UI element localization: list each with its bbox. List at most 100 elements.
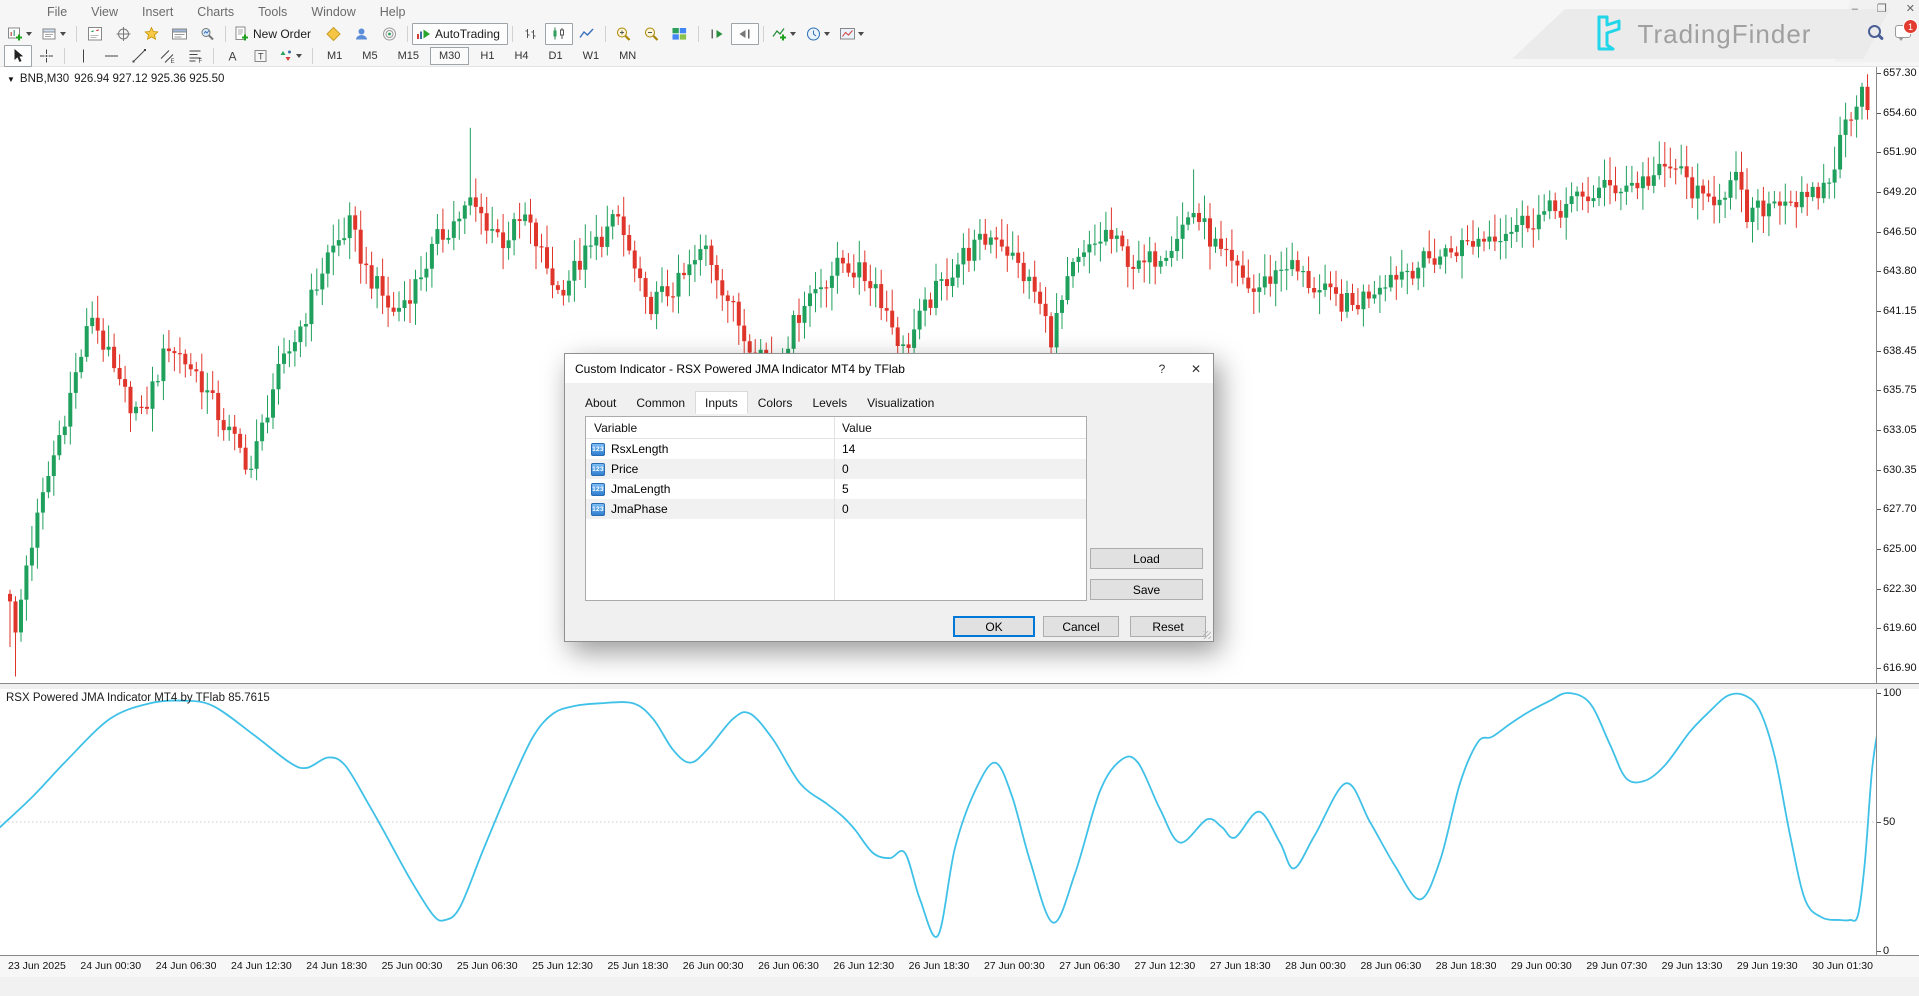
channel-tool-button[interactable]: E (153, 45, 181, 67)
toolbar-separator (213, 48, 214, 64)
menu-window[interactable]: Window (299, 5, 367, 19)
tab-inputs[interactable]: Inputs (695, 391, 748, 414)
variable-value[interactable]: 14 (834, 442, 855, 456)
vline-tool-button[interactable] (69, 45, 97, 67)
chevron-down-icon[interactable] (858, 32, 864, 36)
restore-button[interactable]: ❐ (1877, 3, 1887, 15)
reset-button[interactable]: Reset (1130, 616, 1206, 637)
chart-shift-button[interactable] (731, 23, 759, 45)
tab-visualization[interactable]: Visualization (857, 391, 944, 414)
data-window-button[interactable] (109, 23, 137, 45)
chevron-down-icon[interactable] (26, 32, 32, 36)
table-row[interactable]: 123JmaLength5 (586, 479, 1086, 499)
ok-button[interactable]: OK (953, 616, 1035, 637)
cursor-tool-button[interactable] (4, 45, 32, 67)
menu-charts[interactable]: Charts (185, 5, 246, 19)
time-tick: 25 Jun 18:30 (607, 960, 668, 972)
crosshair-tool-button[interactable] (32, 45, 60, 67)
time-axis[interactable]: 23 Jun 202524 Jun 00:3024 Jun 06:3024 Ju… (0, 955, 1919, 977)
trendline-tool-button[interactable] (125, 45, 153, 67)
periods-icon (805, 26, 822, 42)
toolbar-separator (312, 48, 313, 64)
timeframe-w1[interactable]: W1 (574, 47, 609, 65)
time-tick: 27 Jun 00:30 (984, 960, 1045, 972)
periods-button[interactable] (802, 23, 836, 45)
navigator-button[interactable] (137, 23, 165, 45)
close-button[interactable]: ✕ (1906, 3, 1915, 15)
market-watch-button[interactable] (81, 23, 109, 45)
chevron-down-icon[interactable] (60, 32, 66, 36)
auto-scroll-button[interactable] (703, 23, 731, 45)
profiles-button[interactable] (38, 23, 72, 45)
menu-tools[interactable]: Tools (246, 5, 299, 19)
table-row[interactable]: 123Price0 (586, 459, 1086, 479)
new-order-button[interactable]: New Order (230, 23, 319, 45)
timeframe-m1[interactable]: M1 (318, 47, 351, 65)
variable-value[interactable]: 0 (834, 502, 849, 516)
indicator-panel[interactable]: RSX Powered JMA Indicator MT4 by TFlab 8… (0, 689, 1877, 955)
chevron-down-icon[interactable] (790, 32, 796, 36)
variable-value[interactable]: 5 (834, 482, 849, 496)
tile-windows-icon (671, 26, 688, 42)
timeframe-m30[interactable]: M30 (430, 47, 469, 65)
autotrading-button[interactable]: AutoTrading (412, 23, 508, 45)
inputs-table[interactable]: Variable Value 123RsxLength14123Price012… (585, 416, 1087, 601)
timeframe-h4[interactable]: H4 (505, 47, 537, 65)
menu-view[interactable]: View (79, 5, 130, 19)
chat-icon[interactable]: 1 (1895, 25, 1911, 38)
bar-chart-mode-icon (522, 26, 539, 42)
cancel-button[interactable]: Cancel (1043, 616, 1119, 637)
dialog-titlebar[interactable]: Custom Indicator - RSX Powered JMA Indic… (565, 354, 1213, 383)
price-axis[interactable]: 657.30654.60651.90649.20646.50643.80641.… (1876, 67, 1919, 683)
mql5-community-button[interactable] (347, 23, 375, 45)
table-row[interactable]: 123JmaPhase0 (586, 499, 1086, 519)
zoom-in-button[interactable] (610, 23, 638, 45)
chevron-down-icon[interactable] (296, 54, 302, 58)
variable-value[interactable]: 0 (834, 462, 849, 476)
profiles-icon (41, 26, 58, 42)
table-row[interactable]: 123RsxLength14 (586, 439, 1086, 459)
indicator-axis[interactable]: 100500 (1876, 689, 1919, 955)
bar-chart-mode-button[interactable] (517, 23, 545, 45)
dialog-close-icon[interactable]: ✕ (1179, 354, 1213, 383)
price-tick: 646.50 (1883, 226, 1917, 238)
signals-button[interactable] (375, 23, 403, 45)
timeframe-d1[interactable]: D1 (540, 47, 572, 65)
dialog-help-icon[interactable]: ? (1145, 354, 1179, 383)
label-tool-button[interactable]: T (246, 45, 274, 67)
tab-levels[interactable]: Levels (802, 391, 857, 414)
metaeditor-icon (325, 26, 342, 42)
table-rows: 123RsxLength14123Price0123JmaLength5123J… (586, 439, 1086, 519)
tile-windows-button[interactable] (666, 23, 694, 45)
templates-button[interactable] (836, 23, 870, 45)
new-chart-button[interactable] (4, 23, 38, 45)
candle-chart-mode-button[interactable] (545, 23, 573, 45)
timeframe-m5[interactable]: M5 (353, 47, 386, 65)
timeframe-h1[interactable]: H1 (471, 47, 503, 65)
chevron-down-icon[interactable] (824, 32, 830, 36)
tab-common[interactable]: Common (626, 391, 695, 414)
menu-help[interactable]: Help (368, 5, 418, 19)
minimize-button[interactable]: – (1852, 3, 1858, 15)
hline-tool-button[interactable] (97, 45, 125, 67)
terminal-button[interactable] (165, 23, 193, 45)
zoom-out-button[interactable] (638, 23, 666, 45)
search-icon[interactable] (1868, 25, 1881, 38)
fibo-tool-button[interactable]: F (181, 45, 209, 67)
text-tool-button[interactable]: A (218, 45, 246, 67)
metaeditor-button[interactable] (319, 23, 347, 45)
tab-colors[interactable]: Colors (748, 391, 803, 414)
chart-collapse-icon[interactable]: ▼ (7, 75, 15, 84)
timeframe-mn[interactable]: MN (610, 47, 645, 65)
indicators-list-button[interactable] (768, 23, 802, 45)
load-button[interactable]: Load (1090, 548, 1203, 569)
tab-about[interactable]: About (575, 391, 626, 414)
strategy-tester-button[interactable] (193, 23, 221, 45)
arrows-tool-button[interactable] (274, 45, 308, 67)
save-button[interactable]: Save (1090, 579, 1203, 600)
menu-insert[interactable]: Insert (130, 5, 185, 19)
dialog-resize-grip[interactable] (1203, 631, 1211, 639)
menu-file[interactable]: File (35, 5, 79, 19)
line-chart-mode-button[interactable] (573, 23, 601, 45)
timeframe-m15[interactable]: M15 (389, 47, 428, 65)
